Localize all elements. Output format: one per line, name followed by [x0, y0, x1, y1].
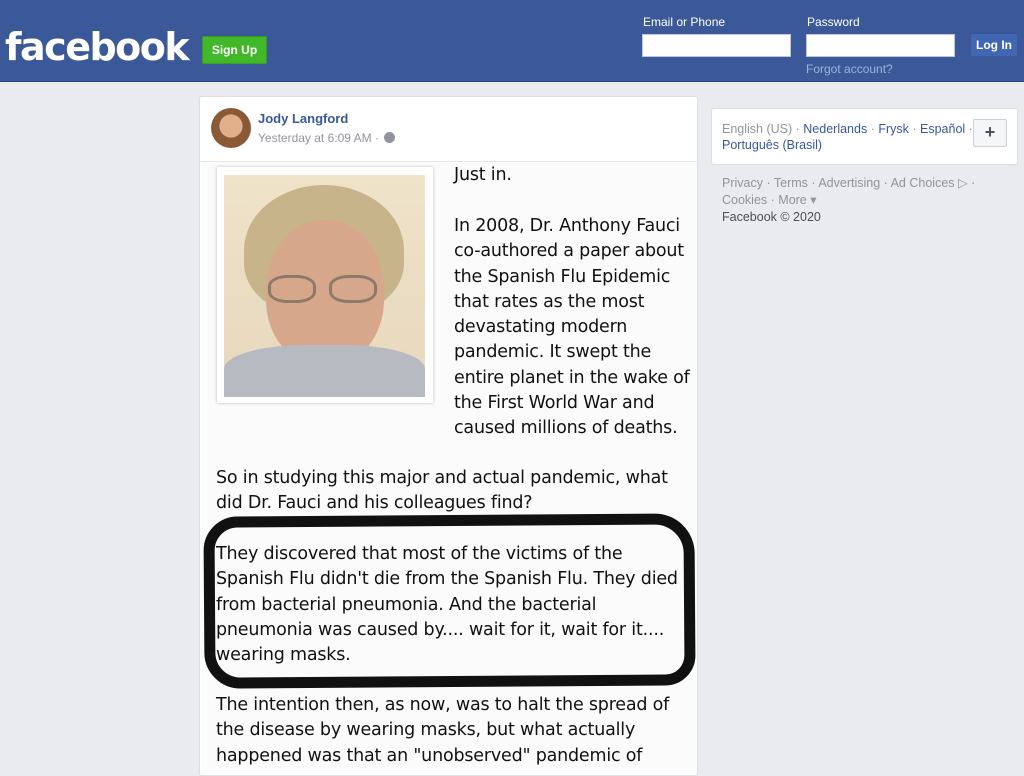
- facebook-logo[interactable]: facebook: [5, 24, 190, 70]
- language-box: English (US) · Nederlands · Frysk · Espa…: [711, 108, 1018, 165]
- shared-image[interactable]: Just in. In 2008, Dr. Anthony Fauci co-a…: [201, 163, 697, 775]
- language-link[interactable]: Nederlands: [803, 122, 867, 136]
- forgot-account-link[interactable]: Forgot account?: [806, 62, 893, 76]
- post-card: Jody Langford Yesterday at 6:09 AM · Jus…: [199, 96, 698, 776]
- post-meta: Yesterday at 6:09 AM ·: [258, 131, 396, 145]
- woman-portrait-photo: [217, 167, 433, 403]
- add-language-button[interactable]: +: [973, 119, 1007, 147]
- current-language: English (US): [722, 122, 793, 136]
- footer-link[interactable]: More: [778, 193, 806, 207]
- ad-choices-icon[interactable]: ▷: [958, 176, 968, 190]
- image-text-intro: Just in.: [454, 165, 512, 185]
- email-label: Email or Phone: [643, 15, 726, 29]
- footer-link[interactable]: Cookies: [722, 193, 767, 207]
- language-link[interactable]: Frysk: [878, 122, 909, 136]
- footer-links: Privacy · Terms · Advertising · Ad Choic…: [722, 176, 976, 224]
- copyright: Facebook © 2020: [722, 210, 821, 224]
- image-text-continuation: The intention then, as now, was to halt …: [216, 695, 670, 766]
- footer-link[interactable]: Terms: [774, 176, 808, 190]
- language-link[interactable]: Español: [920, 122, 965, 136]
- log-in-button[interactable]: Log In: [970, 33, 1018, 57]
- image-text-highlighted: They discovered that most of the victims…: [216, 544, 678, 666]
- password-field[interactable]: [806, 34, 955, 57]
- email-field[interactable]: [642, 34, 791, 57]
- footer-link[interactable]: Privacy: [722, 176, 763, 190]
- language-link[interactable]: Português (Brasil): [722, 138, 822, 152]
- password-label: Password: [807, 15, 860, 29]
- top-bar: facebook Sign Up Email or Phone Password…: [0, 0, 1024, 82]
- language-list: English (US) · Nederlands · Frysk · Espa…: [722, 122, 973, 152]
- image-text-question: So in studying this major and actual pan…: [216, 468, 668, 514]
- sign-up-button[interactable]: Sign Up: [202, 36, 267, 64]
- author-avatar[interactable]: [211, 108, 251, 148]
- image-text-paragraph: In 2008, Dr. Anthony Fauci co-authored a…: [454, 216, 690, 439]
- author-name[interactable]: Jody Langford: [258, 111, 348, 126]
- chevron-down-icon[interactable]: ▾: [810, 193, 816, 207]
- globe-icon[interactable]: [384, 132, 396, 143]
- footer-link[interactable]: Advertising: [818, 176, 880, 190]
- divider: [200, 161, 697, 162]
- footer-link[interactable]: Ad Choices: [891, 176, 955, 190]
- post-timestamp[interactable]: Yesterday at 6:09 AM ·: [258, 131, 379, 145]
